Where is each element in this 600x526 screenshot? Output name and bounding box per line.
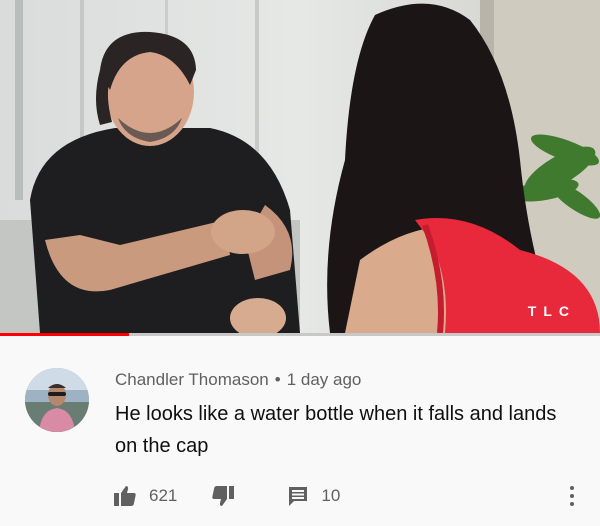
comment: Chandler Thomason • 1 day ago He looks lik… (0, 336, 600, 526)
channel-logo: TLC (527, 303, 576, 319)
avatar-image (25, 368, 89, 432)
reply-count: 10 (321, 486, 341, 505)
comment-time[interactable]: 1 day ago (287, 370, 362, 389)
thumbs-down-icon (212, 486, 235, 506)
comment-actions: 621 10 (113, 484, 340, 508)
thumbs-up-icon (114, 486, 136, 506)
dislike-button[interactable] (211, 485, 235, 507)
comment-author[interactable]: Chandler Thomason (115, 370, 269, 389)
like-button[interactable]: 621 (113, 485, 177, 507)
comment-text: He looks like a water bottle when it fal… (115, 403, 557, 457)
more-vertical-icon[interactable] (568, 486, 576, 508)
meta-separator: • (274, 370, 281, 389)
video-frame (0, 0, 600, 333)
video-player[interactable]: TLC (0, 0, 600, 333)
comment-meta: Chandler Thomason • 1 day ago (115, 370, 361, 390)
like-count: 621 (149, 486, 178, 505)
reply-button[interactable]: 10 (287, 485, 340, 507)
user-avatar[interactable] (25, 368, 89, 432)
reply-icon (289, 487, 308, 506)
